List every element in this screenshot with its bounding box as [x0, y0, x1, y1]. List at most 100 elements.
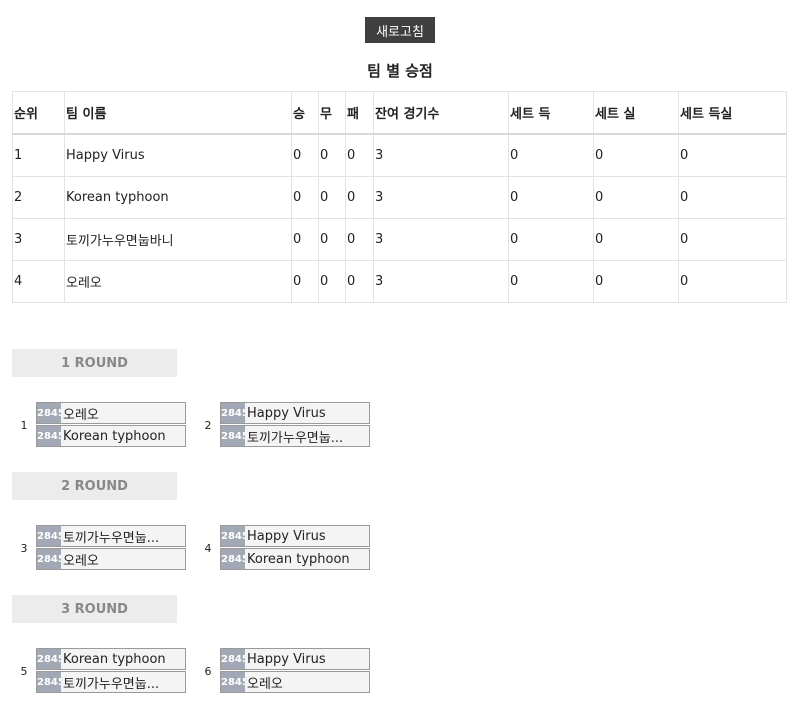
cell-wins: 0	[291, 260, 319, 303]
cell-set-diff: 0	[678, 133, 787, 177]
col-header-rank: 순위	[12, 91, 65, 135]
match-team-slot[interactable]: 2845 Happy Virus	[220, 525, 370, 547]
cell-wins: 0	[291, 218, 319, 261]
cell-rank: 1	[12, 133, 65, 177]
team-code: 2845	[221, 649, 245, 669]
match-card: 6 2845 Happy Virus 2845 오레오	[196, 647, 396, 695]
cell-team: 오레오	[64, 260, 292, 303]
cell-sets-won: 0	[508, 218, 594, 261]
col-header-sets-lost: 세트 실	[593, 91, 679, 135]
match-number: 3	[20, 541, 28, 555]
cell-remaining: 3	[373, 218, 509, 261]
cell-remaining: 3	[373, 260, 509, 303]
cell-wins: 0	[291, 133, 319, 177]
team-name: 토끼가누우면눕...	[247, 430, 344, 446]
team-code: 2845	[37, 403, 61, 423]
team-name: Happy Virus	[247, 651, 326, 667]
cell-rank: 2	[12, 176, 65, 219]
match-team-slot[interactable]: 2845 Korean typhoon	[220, 548, 370, 570]
cell-sets-lost: 0	[593, 133, 679, 177]
cell-remaining: 3	[373, 176, 509, 219]
match-number: 5	[20, 664, 28, 678]
match-card: 2 2845 Happy Virus 2845 토끼가누우면눕...	[196, 401, 396, 449]
team-name: 오레오	[63, 553, 99, 569]
team-code: 2845	[221, 526, 245, 546]
cell-losses: 0	[345, 176, 374, 219]
cell-losses: 0	[345, 133, 374, 177]
col-header-draws: 무	[318, 91, 346, 135]
table-row: 4 오레오 0 0 0 3 0 0 0	[12, 260, 787, 303]
team-code: 2845	[37, 549, 61, 569]
col-header-wins: 승	[291, 91, 319, 135]
team-name: Korean typhoon	[63, 651, 166, 667]
team-code: 2845	[221, 426, 245, 446]
team-code: 2845	[37, 526, 61, 546]
refresh-button[interactable]: 새로고침	[365, 17, 435, 43]
team-name: Happy Virus	[247, 528, 326, 544]
team-code: 2845	[37, 672, 61, 692]
cell-losses: 0	[345, 260, 374, 303]
match-card: 3 2845 토끼가누우면눕... 2845 오레오	[12, 524, 212, 572]
match-team-slot[interactable]: 2845 Happy Virus	[220, 648, 370, 670]
col-header-set-diff: 세트 득실	[678, 91, 787, 135]
team-name: Korean typhoon	[63, 428, 166, 444]
cell-draws: 0	[318, 218, 346, 261]
col-header-sets-won: 세트 득	[508, 91, 594, 135]
cell-draws: 0	[318, 176, 346, 219]
team-name: Korean typhoon	[247, 551, 350, 567]
cell-team: 토끼가누우면눕바니	[64, 218, 292, 261]
team-code: 2845	[37, 649, 61, 669]
cell-team: Korean typhoon	[64, 176, 292, 219]
team-code: 2845	[37, 426, 61, 446]
match-team-slot[interactable]: 2845 토끼가누우면눕...	[36, 525, 186, 547]
cell-set-diff: 0	[678, 176, 787, 219]
team-code: 2845	[221, 672, 245, 692]
match-number: 6	[204, 664, 212, 678]
match-number: 4	[204, 541, 212, 555]
cell-team: Happy Virus	[64, 133, 292, 177]
col-header-team: 팀 이름	[64, 91, 292, 135]
cell-draws: 0	[318, 133, 346, 177]
cell-sets-won: 0	[508, 260, 594, 303]
round-label: 3 ROUND	[12, 595, 177, 623]
team-name: 오레오	[247, 676, 283, 692]
cell-rank: 3	[12, 218, 65, 261]
col-header-losses: 패	[345, 91, 374, 135]
cell-sets-won: 0	[508, 133, 594, 177]
cell-wins: 0	[291, 176, 319, 219]
match-team-slot[interactable]: 2845 Korean typhoon	[36, 648, 186, 670]
team-name: 토끼가누우면눕...	[63, 530, 160, 546]
standings-header-row: 순위 팀 이름 승 무 패 잔여 경기수 세트 득 세트 실 세트 득실	[12, 91, 787, 135]
cell-sets-lost: 0	[593, 218, 679, 261]
match-team-slot[interactable]: 2845 오레오	[36, 548, 186, 570]
col-header-remaining: 잔여 경기수	[373, 91, 509, 135]
match-team-slot[interactable]: 2845 Korean typhoon	[36, 425, 186, 447]
cell-losses: 0	[345, 218, 374, 261]
match-team-slot[interactable]: 2845 Happy Virus	[220, 402, 370, 424]
cell-draws: 0	[318, 260, 346, 303]
match-card: 4 2845 Happy Virus 2845 Korean typhoon	[196, 524, 396, 572]
match-card: 5 2845 Korean typhoon 2845 토끼가누우면눕...	[12, 647, 212, 695]
cell-sets-lost: 0	[593, 176, 679, 219]
team-code: 2845	[221, 403, 245, 423]
match-number: 1	[20, 418, 28, 432]
cell-rank: 4	[12, 260, 65, 303]
match-team-slot[interactable]: 2845 토끼가누우면눕...	[220, 425, 370, 447]
match-team-slot[interactable]: 2845 오레오	[220, 671, 370, 693]
round-label: 2 ROUND	[12, 472, 177, 500]
match-card: 1 2845 오레오 2845 Korean typhoon	[12, 401, 212, 449]
cell-sets-won: 0	[508, 176, 594, 219]
table-row: 1 Happy Virus 0 0 0 3 0 0 0	[12, 133, 787, 177]
match-team-slot[interactable]: 2845 오레오	[36, 402, 186, 424]
table-row: 3 토끼가누우면눕바니 0 0 0 3 0 0 0	[12, 218, 787, 261]
cell-sets-lost: 0	[593, 260, 679, 303]
match-team-slot[interactable]: 2845 토끼가누우면눕...	[36, 671, 186, 693]
team-name: Happy Virus	[247, 405, 326, 421]
match-number: 2	[204, 418, 212, 432]
team-name: 토끼가누우면눕...	[63, 676, 160, 692]
cell-set-diff: 0	[678, 218, 787, 261]
cell-remaining: 3	[373, 133, 509, 177]
team-code: 2845	[221, 549, 245, 569]
standings-title: 팀 별 승점	[367, 62, 433, 80]
cell-set-diff: 0	[678, 260, 787, 303]
